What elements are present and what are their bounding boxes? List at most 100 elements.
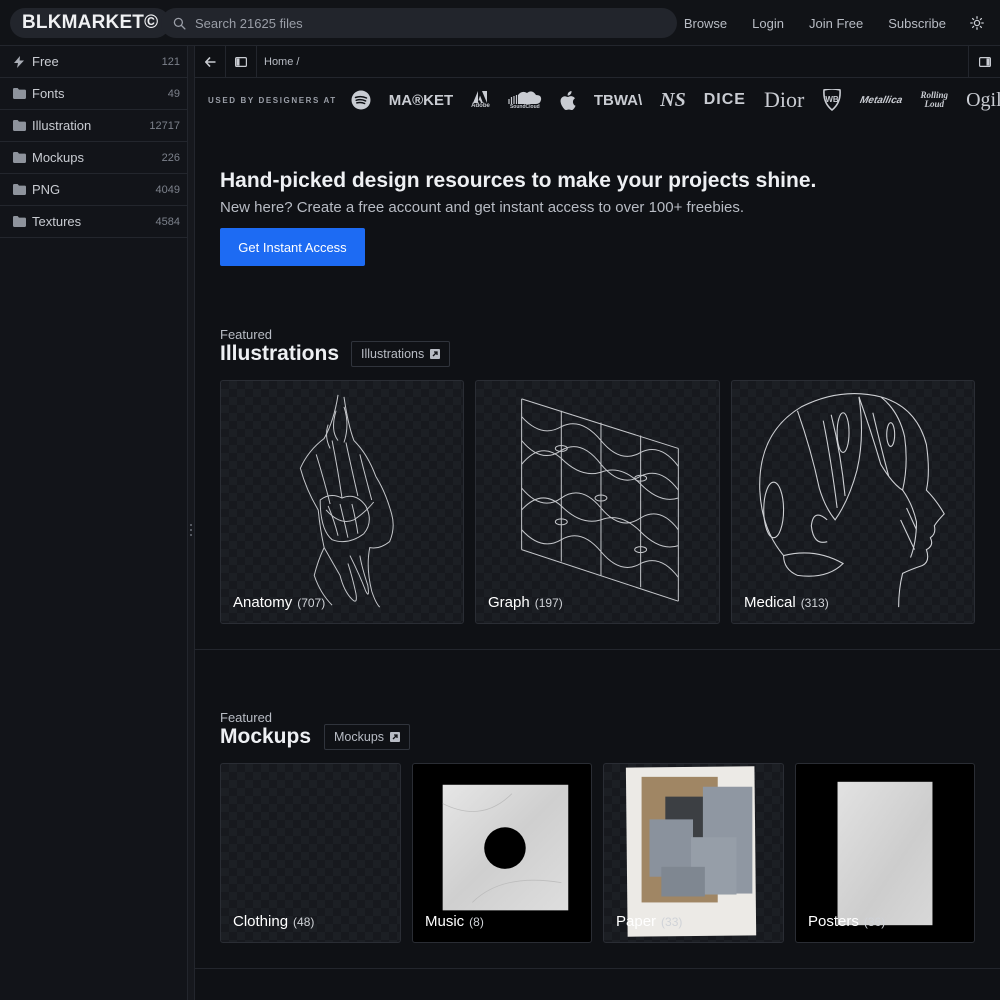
- brand-logo: Metallica: [859, 94, 904, 106]
- nav-login[interactable]: Login: [752, 16, 784, 31]
- card-caption: Anatomy (707): [233, 594, 325, 611]
- brand-logo: TBWA\: [593, 91, 643, 109]
- section-title-illustrations: Illustrations: [220, 342, 340, 365]
- main-content: Hand-picked design resources to make you…: [195, 122, 1000, 1000]
- nav-join-free[interactable]: Join Free: [809, 16, 863, 31]
- card-name: Paper: [616, 913, 657, 930]
- search-icon: [173, 17, 186, 30]
- section-title-mockups: Mockups: [220, 725, 312, 748]
- graph-illustration: [521, 398, 679, 602]
- nav-browse[interactable]: Browse: [684, 16, 727, 31]
- section-link-label: Mockups: [334, 730, 385, 744]
- sidebar-item-count: 121: [161, 55, 180, 68]
- card-count: (33): [661, 915, 683, 929]
- brands-label: USED BY DESIGNERS AT: [208, 95, 337, 105]
- card-graph[interactable]: Graph (197): [475, 380, 720, 624]
- sidebar-item-label: Mockups: [32, 150, 85, 165]
- sidebar-item-label: Free: [32, 54, 59, 69]
- card-caption: Clothing (48): [233, 913, 314, 930]
- wb-label: WB: [826, 95, 840, 104]
- site-logo[interactable]: BLKMARKET©: [10, 8, 171, 38]
- sidebar-item-count: 12717: [149, 119, 180, 132]
- soundcloud-icon: [508, 91, 541, 104]
- card-clothing[interactable]: Clothing (48): [220, 763, 401, 943]
- breadcrumb[interactable]: Home /: [264, 56, 299, 68]
- brand-logo: NS: [660, 88, 686, 111]
- sidebar-item-textures[interactable]: Textures 4584: [0, 206, 187, 238]
- sidebar-item-label: Illustration: [32, 118, 92, 133]
- soundcloud-label: SoundCloud: [509, 104, 540, 110]
- card-medical[interactable]: Medical (313): [731, 380, 975, 624]
- folder-icon: [12, 152, 26, 164]
- folder-icon: [12, 120, 26, 132]
- wb-shield-icon: WB: [823, 89, 842, 111]
- card-count: (8): [469, 915, 484, 929]
- sidebar: Free 121 Fonts 49 Illustration 12717 Moc…: [0, 46, 188, 1000]
- brand-strip: USED BY DESIGNERS AT MA®KET Adobe SoundC…: [195, 78, 1000, 122]
- brand-logo: Rolling Loud: [920, 90, 949, 109]
- get-instant-access-button[interactable]: Get Instant Access: [220, 228, 365, 266]
- sidebar-item-mockups[interactable]: Mockups 226: [0, 142, 187, 174]
- toggle-panel-button[interactable]: [968, 46, 1000, 77]
- card-posters[interactable]: Posters (36): [795, 763, 975, 943]
- sidebar-item-count: 4049: [155, 183, 180, 196]
- card-count: (36): [863, 915, 886, 929]
- wb-logo: WB: [822, 89, 842, 111]
- section-divider: [195, 649, 1000, 650]
- main-nav: Browse Login Join Free Subscribe: [684, 0, 946, 46]
- sidebar-item-label: PNG: [32, 182, 61, 197]
- right-panel-icon: [978, 56, 991, 67]
- adobe-icon: [473, 91, 488, 103]
- folder-icon: [12, 216, 26, 228]
- sidebar-item-count: 4584: [155, 215, 180, 228]
- card-count: (313): [800, 596, 829, 610]
- toolbar: Home /: [195, 46, 1000, 78]
- back-button[interactable]: [195, 46, 226, 77]
- card-caption: Posters (36): [808, 913, 885, 930]
- mockups-link-button[interactable]: Mockups: [324, 724, 411, 750]
- sidebar-item-label: Textures: [32, 214, 82, 229]
- card-caption: Paper (33): [616, 913, 682, 930]
- external-arrow-icon: [390, 732, 401, 742]
- grip-icon: [190, 524, 193, 536]
- card-music[interactable]: Music (8): [412, 763, 592, 943]
- nav-subscribe[interactable]: Subscribe: [888, 16, 946, 31]
- card-caption: Graph (197): [488, 594, 563, 611]
- section-eyebrow: Featured: [220, 327, 273, 342]
- brand-logo: DICE: [703, 91, 746, 108]
- external-arrow-icon: [430, 349, 441, 359]
- card-count: (48): [293, 915, 315, 929]
- toggle-sidebar-button[interactable]: [226, 46, 257, 77]
- theme-toggle-button[interactable]: [968, 14, 986, 32]
- sidebar-item-count: 226: [161, 151, 180, 164]
- sidebar-item-fonts[interactable]: Fonts 49: [0, 78, 187, 110]
- card-caption: Medical (313): [744, 594, 829, 611]
- medical-illustration: [759, 393, 945, 608]
- section-link-label: Illustrations: [361, 347, 425, 361]
- top-bar: BLKMARKET© Browse Login Join Free Subscr…: [0, 0, 1000, 46]
- illustrations-link-button[interactable]: Illustrations: [351, 341, 451, 367]
- card-name: Medical: [744, 594, 796, 611]
- sidebar-item-png[interactable]: PNG 4049: [0, 174, 187, 206]
- search-bar[interactable]: [161, 8, 677, 38]
- hero-title: Hand-picked design resources to make you…: [220, 169, 817, 192]
- card-paper[interactable]: Paper (33): [603, 763, 784, 943]
- anatomy-illustration: [299, 394, 394, 608]
- card-name: Graph: [488, 594, 530, 611]
- search-input[interactable]: [195, 15, 635, 31]
- sidebar-panel-icon: [235, 56, 247, 67]
- card-name: Clothing: [233, 913, 289, 930]
- card-anatomy[interactable]: Anatomy (707): [220, 380, 464, 624]
- arrow-left-icon: [204, 56, 215, 67]
- bolt-icon: [12, 55, 26, 68]
- hero-subtitle: New here? Create a free account and get …: [220, 199, 745, 216]
- sidebar-item-illustration[interactable]: Illustration 12717: [0, 110, 187, 142]
- adobe-logo: Adobe: [471, 91, 490, 109]
- brand-logo: MA®KET: [388, 91, 454, 109]
- apple-logo-icon: [560, 90, 576, 110]
- sidebar-item-free[interactable]: Free 121: [0, 46, 187, 78]
- sidebar-resize-handle[interactable]: [188, 46, 195, 1000]
- sidebar-item-count: 49: [167, 87, 180, 100]
- sun-icon: [970, 16, 984, 30]
- adobe-label: Adobe: [471, 103, 490, 109]
